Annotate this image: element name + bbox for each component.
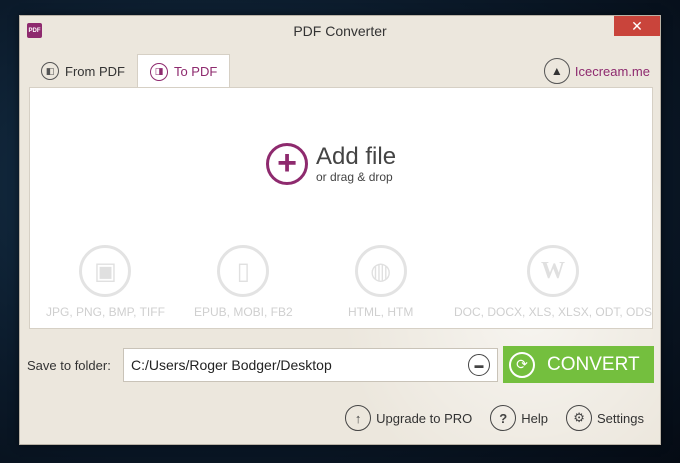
format-office: W DOC, DOCX, XLS, XLSX, ODT, ODS <box>454 245 652 319</box>
app-window: PDF PDF Converter ✕ ◧ From PDF ◨ To PDF … <box>19 15 661 445</box>
camera-icon: ▣ <box>79 245 132 297</box>
settings-label: Settings <box>597 410 644 426</box>
tab-bar: ◧ From PDF ◨ To PDF <box>29 54 231 88</box>
save-folder-path: C:/Users/Roger Bodger/Desktop <box>131 357 332 373</box>
arrow-up-icon: ↑ <box>345 405 372 431</box>
phone-icon: ▯ <box>217 245 270 297</box>
help-label: Help <box>521 410 549 426</box>
title-bar[interactable]: PDF PDF Converter ✕ <box>20 16 660 46</box>
refresh-icon: ⟳ <box>509 351 535 378</box>
format-ebooks-label: EPUB, MOBI, FB2 <box>194 305 293 319</box>
question-icon: ? <box>490 405 517 431</box>
format-images: ▣ JPG, PNG, BMP, TIFF <box>46 245 165 319</box>
settings-button[interactable]: ⚙ Settings <box>566 405 644 431</box>
upgrade-label: Upgrade to PRO <box>376 410 473 426</box>
gear-icon: ⚙ <box>566 405 593 431</box>
save-folder-label: Save to folder: <box>27 358 111 373</box>
drop-zone[interactable]: + Add file or drag & drop ▣ JPG, PNG, BM… <box>29 87 653 329</box>
plus-circle-icon: + <box>266 143 308 185</box>
drag-drop-hint: or drag & drop <box>316 170 393 184</box>
icecream-link[interactable]: ▲ Icecream.me <box>543 58 650 84</box>
save-folder-input[interactable]: C:/Users/Roger Bodger/Desktop ▬ <box>123 348 498 382</box>
convert-label: CONVERT <box>547 353 640 375</box>
format-ebooks: ▯ EPUB, MOBI, FB2 <box>194 245 293 319</box>
tab-to-pdf-label: To PDF <box>173 64 218 79</box>
globe-icon: ◍ <box>354 245 407 297</box>
format-images-label: JPG, PNG, BMP, TIFF <box>46 305 165 319</box>
close-button[interactable]: ✕ <box>614 16 660 36</box>
pdf-out-icon: ◧ <box>41 62 59 80</box>
window-title: PDF Converter <box>293 23 387 39</box>
folder-icon[interactable]: ▬ <box>468 354 490 376</box>
format-office-label: DOC, DOCX, XLS, XLSX, ODT, ODS <box>454 305 653 319</box>
add-file-title: Add file <box>316 143 397 170</box>
tab-from-pdf[interactable]: ◧ From PDF <box>29 54 137 88</box>
format-html: ◍ HTML, HTM <box>348 245 413 319</box>
convert-button[interactable]: ⟳ CONVERT <box>503 346 654 383</box>
footer-links: ↑ Upgrade to PRO ? Help ⚙ Settings <box>345 405 644 431</box>
format-html-label: HTML, HTM <box>348 305 414 319</box>
icecream-label: Icecream.me <box>574 63 650 79</box>
pdf-in-icon: ◨ <box>149 62 168 81</box>
help-button[interactable]: ? Help <box>490 405 548 431</box>
word-icon: W <box>527 245 580 297</box>
upgrade-button[interactable]: ↑ Upgrade to PRO <box>345 405 472 431</box>
icecream-icon: ▲ <box>543 58 570 84</box>
supported-formats: ▣ JPG, PNG, BMP, TIFF ▯ EPUB, MOBI, FB2 … <box>30 245 652 325</box>
app-logo-icon: PDF <box>27 23 42 38</box>
tab-from-pdf-label: From PDF <box>65 63 125 79</box>
tab-to-pdf[interactable]: ◨ To PDF <box>136 54 231 88</box>
add-file-button[interactable]: + Add file or drag & drop <box>266 143 396 185</box>
